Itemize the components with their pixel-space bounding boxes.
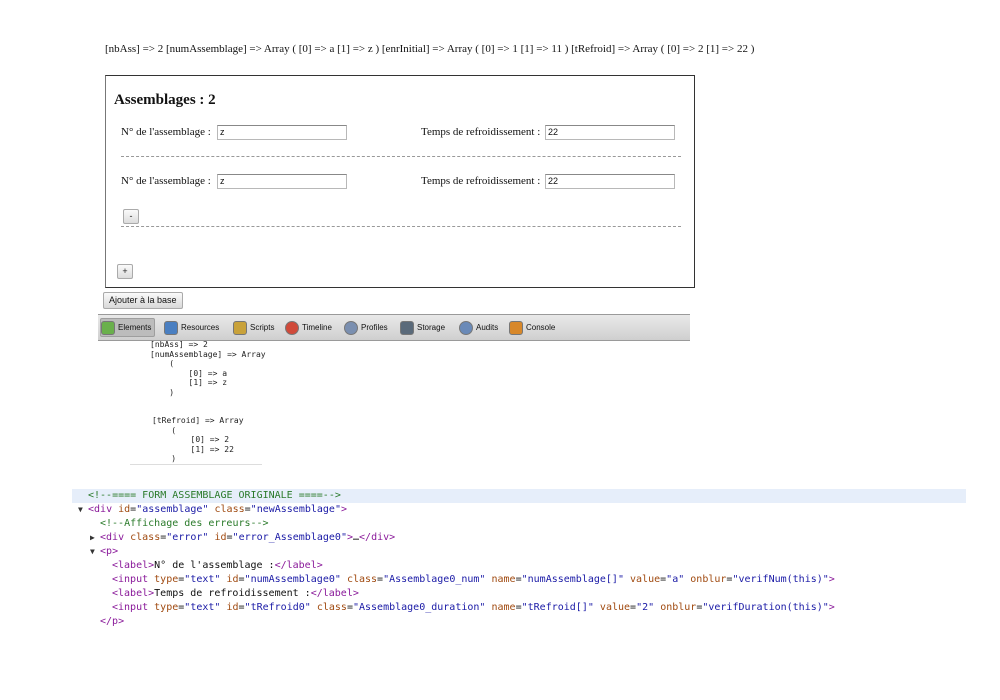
dom-source-tree: <!--==== FORM ASSEMBLAGE ORIGINALE ====-… xyxy=(72,489,966,629)
source-line-label[interactable]: <label>N° de l'assemblage :</label> xyxy=(72,559,966,573)
scripts-icon xyxy=(233,320,247,335)
print-r-line: [tRefroid] => Array xyxy=(152,416,244,425)
tab-label: Scripts xyxy=(250,323,275,332)
source-line-div-error[interactable]: ▶ <div class="error" id="error_Assemblage… xyxy=(72,531,966,545)
elements-icon xyxy=(101,320,115,335)
assemblage-number-input[interactable]: z xyxy=(217,174,347,189)
print-r-output-line: [nbAss] => 2 [numAssemblage] => Array ( … xyxy=(105,43,755,55)
print-r-line: ) xyxy=(152,454,177,463)
html-comment: <!--Affichage des erreurs--> xyxy=(100,518,269,529)
cooling-time-label: Temps de refroidissement : xyxy=(421,175,541,187)
source-line-input[interactable]: <input type="text" id="tRefroid0" class=… xyxy=(72,601,966,615)
print-r-line: [1] => 22 xyxy=(152,444,234,454)
tab-elements[interactable]: Elements xyxy=(100,318,156,337)
tab-label: Profiles xyxy=(361,323,388,332)
assemblage-number-input[interactable]: z xyxy=(217,125,347,140)
expand-triangle-icon[interactable]: ▼ xyxy=(90,545,95,559)
print-r-line: ( xyxy=(150,359,175,368)
submit-button[interactable]: Ajouter à la base xyxy=(103,292,183,309)
print-r-line: ) xyxy=(150,387,175,397)
assemblage-number-label: N° de l'assemblage : xyxy=(121,126,211,138)
tab-label: Console xyxy=(526,323,556,332)
add-assemblage-button[interactable]: + xyxy=(117,264,133,279)
expand-triangle-icon[interactable]: ▼ xyxy=(78,503,83,517)
storage-icon xyxy=(400,320,414,335)
resources-icon xyxy=(164,320,178,335)
print-r-output: [nbAss] => 2 [numAssemblage] => Array ( [… xyxy=(130,340,266,465)
assemblage-row: N° de l'assemblage : z Temps de refroidi… xyxy=(121,125,681,141)
assemblage-form: Assemblages : 2 N° de l'assemblage : z T… xyxy=(105,75,695,288)
print-r-line: [nbAss] => 2 xyxy=(150,340,208,349)
assemblage-row: N° de l'assemblage : z Temps de refroidi… xyxy=(121,174,681,190)
print-r-line xyxy=(130,407,262,417)
print-r-line: [1] => z xyxy=(150,378,228,387)
console-icon xyxy=(509,320,523,335)
source-line-comment[interactable]: <!--==== FORM ASSEMBLAGE ORIGINALE ====-… xyxy=(72,489,966,503)
print-r-line xyxy=(130,397,262,407)
tab-label: Timeline xyxy=(302,323,332,332)
profiles-icon xyxy=(344,320,358,335)
remove-assemblage-button[interactable]: - xyxy=(123,209,139,224)
html-comment: <!--==== FORM ASSEMBLAGE ORIGINALE ====-… xyxy=(88,490,341,501)
source-line-div-assemblage[interactable]: ▼ <div id="assemblage" class="newAssembla… xyxy=(72,503,966,517)
tab-label: Elements xyxy=(118,323,152,332)
tab-audits[interactable]: Audits xyxy=(459,319,498,336)
print-r-line: [0] => 2 xyxy=(152,435,230,444)
assemblage-number-label: N° de l'assemblage : xyxy=(121,175,211,187)
row-separator xyxy=(121,226,681,227)
audits-icon xyxy=(459,320,473,335)
tab-timeline[interactable]: Timeline xyxy=(285,319,332,336)
source-line-p-close[interactable]: </p> xyxy=(72,615,966,629)
tab-label: Resources xyxy=(181,323,220,332)
timeline-icon xyxy=(285,320,299,335)
collapse-triangle-icon[interactable]: ▶ xyxy=(90,531,95,545)
tab-resources[interactable]: Resources xyxy=(164,319,219,336)
tab-console[interactable]: Console xyxy=(509,319,555,336)
tab-label: Storage xyxy=(417,323,446,332)
source-line-p[interactable]: ▼ <p> xyxy=(72,545,966,559)
cooling-time-input[interactable]: 22 xyxy=(545,174,675,189)
print-r-line: [numAssemblage] => Array xyxy=(150,349,266,359)
cooling-time-label: Temps de refroidissement : xyxy=(421,126,541,138)
tab-scripts[interactable]: Scripts xyxy=(233,319,274,336)
tab-label: Audits xyxy=(476,323,499,332)
print-r-line: [0] => a xyxy=(150,368,228,378)
tab-storage[interactable]: Storage xyxy=(400,319,445,336)
source-line-label[interactable]: <label>Temps de refroidissement :</label… xyxy=(72,587,966,601)
cooling-time-input[interactable]: 22 xyxy=(545,125,675,140)
devtools-toolbar: Elements Resources Scripts Timeline Prof… xyxy=(98,314,690,341)
form-title: Assemblages : 2 xyxy=(114,92,216,108)
source-line-comment[interactable]: <!--Affichage des erreurs--> xyxy=(72,517,966,531)
tab-profiles[interactable]: Profiles xyxy=(344,319,388,336)
print-r-line: ( xyxy=(152,425,177,435)
row-separator xyxy=(121,156,681,157)
source-line-input[interactable]: <input type="text" id="numAssemblage0" c… xyxy=(72,573,966,587)
